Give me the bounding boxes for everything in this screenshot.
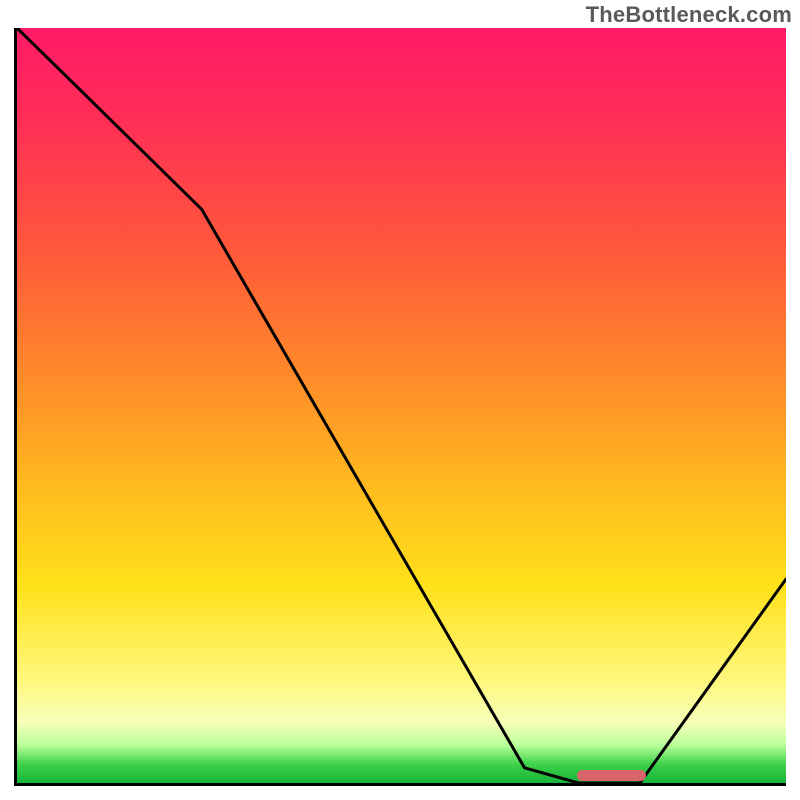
watermark-text: TheBottleneck.com: [586, 2, 792, 28]
bottleneck-curve: [17, 28, 786, 783]
chart-stage: TheBottleneck.com: [0, 0, 800, 800]
plot-area: [14, 28, 786, 786]
optimal-range-marker: [577, 770, 647, 781]
